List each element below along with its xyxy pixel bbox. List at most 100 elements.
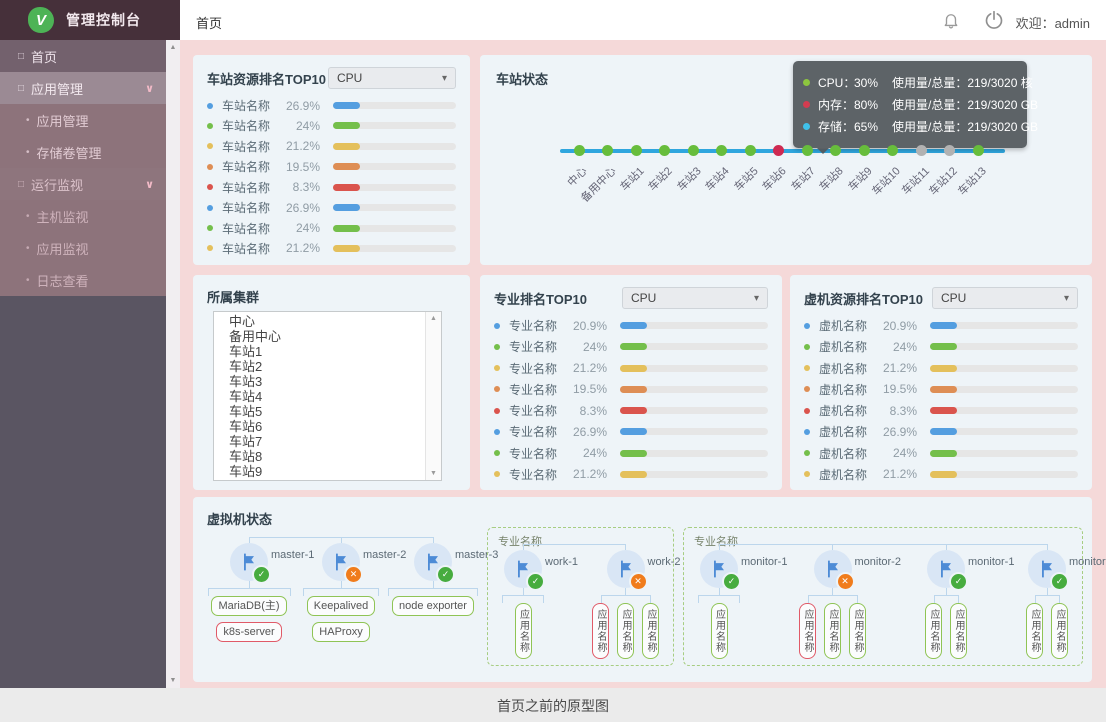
dot-icon xyxy=(804,365,810,371)
bullet-icon: • xyxy=(26,243,30,254)
sidebar-item-home[interactable]: □首页 xyxy=(0,40,166,72)
dot-icon xyxy=(804,408,810,414)
power-icon[interactable] xyxy=(984,10,1004,35)
station-label: 车站6 xyxy=(759,163,790,194)
rank-row: 专业名称20.9% xyxy=(494,317,768,334)
station-dot[interactable] xyxy=(916,145,927,156)
tooltip-usage: 使用量/总量：219/3020 GB xyxy=(892,96,1038,113)
vm-node-name: monitor-1 xyxy=(741,556,787,568)
rank-value: 24% xyxy=(567,446,607,460)
metric-select[interactable]: CPU ▾ xyxy=(328,67,456,89)
listbox-scrollbar[interactable]: ▲ ▼ xyxy=(425,312,441,480)
cluster-item[interactable]: 车站5 xyxy=(214,404,441,419)
station-label: 车站10 xyxy=(868,163,904,199)
vm-node-name: monitor-2 xyxy=(1069,556,1106,568)
station-dot[interactable] xyxy=(745,145,756,156)
sidebar-item-app-management[interactable]: □应用管理∨ xyxy=(0,72,166,104)
rank-bar-fill xyxy=(930,407,957,414)
rank-row: 专业名称24% xyxy=(494,445,768,462)
station-dot[interactable] xyxy=(659,145,670,156)
rank-name: 车站名称 xyxy=(222,199,280,216)
chevron-down-icon: ∨ xyxy=(145,178,154,191)
station-dot[interactable] xyxy=(574,145,585,156)
rank-bar-fill xyxy=(930,471,957,478)
station-label: 车站8 xyxy=(816,163,847,194)
cluster-item[interactable]: 车站1 xyxy=(214,344,441,359)
station-dot[interactable] xyxy=(973,145,984,156)
dot-icon xyxy=(207,103,213,109)
rank-name: 车站名称 xyxy=(222,240,280,257)
connector-bracket xyxy=(208,588,291,596)
sidebar-item-host-monitor[interactable]: •主机监视 xyxy=(0,200,166,232)
station-dot[interactable] xyxy=(602,145,613,156)
app-logo: V xyxy=(28,7,54,33)
rank-bar-track xyxy=(930,365,1078,372)
station-label: 车站2 xyxy=(645,163,676,194)
station-dot[interactable] xyxy=(688,145,699,156)
rank-bar-fill xyxy=(930,365,957,372)
tooltip-row: 存储：65%使用量/总量：219/3020 GB xyxy=(803,118,1017,135)
cluster-listbox[interactable]: 中心备用中心车站1车站2车站3车站4车站5车站6车站7车站8车站9 ▲ ▼ xyxy=(213,311,442,481)
cluster-item[interactable]: 备用中心 xyxy=(214,329,441,344)
station-tooltip: CPU：30%使用量/总量：219/3020 核内存：80%使用量/总量：219… xyxy=(793,61,1027,148)
tooltip-percent: 65% xyxy=(854,120,892,134)
notification-bell-icon[interactable] xyxy=(942,10,960,35)
metric-select[interactable]: CPU ▾ xyxy=(932,287,1078,309)
cluster-item[interactable]: 车站4 xyxy=(214,389,441,404)
rank-bar-fill xyxy=(620,343,647,350)
station-dot[interactable] xyxy=(802,145,813,156)
app-list: 应用名称应用名称 xyxy=(1026,603,1068,659)
station-dot[interactable] xyxy=(859,145,870,156)
scroll-down-icon[interactable]: ▼ xyxy=(166,677,180,684)
sidebar-scrollbar[interactable]: ▲ ▼ xyxy=(166,40,180,688)
breadcrumb[interactable]: 首页 xyxy=(196,13,222,32)
cluster-item[interactable]: 车站3 xyxy=(214,374,441,389)
sidebar-item-volume-management[interactable]: •存储卷管理 xyxy=(0,136,166,168)
scroll-down-icon[interactable]: ▼ xyxy=(426,470,441,477)
app-box: 应用名称 xyxy=(799,603,816,659)
rank-bar-fill xyxy=(333,245,360,252)
rank-name: 专业名称 xyxy=(509,317,567,334)
rank-bar-track xyxy=(333,143,456,150)
station-dot[interactable] xyxy=(830,145,841,156)
cluster-item[interactable]: 车站7 xyxy=(214,434,441,449)
cluster-item[interactable]: 车站2 xyxy=(214,359,441,374)
dot-icon xyxy=(803,123,810,130)
rank-row: 虚机名称24% xyxy=(804,338,1078,355)
doc-icon: □ xyxy=(18,83,24,94)
sidebar-item-log-view[interactable]: •日志查看 xyxy=(0,264,166,296)
scroll-up-icon[interactable]: ▲ xyxy=(166,44,180,51)
server-node-icon: ✕ xyxy=(814,550,852,588)
server-node-icon: ✓ xyxy=(504,550,542,588)
server-node-icon: ✓ xyxy=(414,543,452,581)
station-dot[interactable] xyxy=(716,145,727,156)
sidebar-item-app-management-sub[interactable]: •应用管理 xyxy=(0,104,166,136)
station-dot[interactable] xyxy=(887,145,898,156)
dot-icon xyxy=(494,365,500,371)
station-label: 车站12 xyxy=(925,163,961,199)
station-label: 车站13 xyxy=(954,163,990,199)
sidebar-item-run-monitor[interactable]: □运行监视∨ xyxy=(0,168,166,200)
cluster-item[interactable]: 车站6 xyxy=(214,419,441,434)
rank-value: 24% xyxy=(280,119,320,133)
cluster-item[interactable]: 车站8 xyxy=(214,449,441,464)
panel-title: 虚机资源排名TOP10 xyxy=(804,289,923,308)
station-dot[interactable] xyxy=(944,145,955,156)
metric-select-value: CPU xyxy=(631,291,656,305)
rank-bar-fill xyxy=(620,450,647,457)
station-dot[interactable] xyxy=(631,145,642,156)
app-box: 应用名称 xyxy=(824,603,841,659)
scroll-up-icon[interactable]: ▲ xyxy=(426,315,441,322)
dot-icon xyxy=(804,386,810,392)
station-dot[interactable] xyxy=(773,145,784,156)
rank-value: 24% xyxy=(877,446,917,460)
rank-name: 车站名称 xyxy=(222,117,280,134)
cluster-item[interactable]: 车站9 xyxy=(214,464,441,479)
sidebar-item-label: 应用管理 xyxy=(37,111,89,130)
dot-icon xyxy=(207,245,213,251)
rank-bar-track xyxy=(930,386,1078,393)
cluster-item[interactable]: 中心 xyxy=(214,314,441,329)
server-node-icon: ✕ xyxy=(322,543,360,581)
sidebar-item-app-monitor[interactable]: •应用监视 xyxy=(0,232,166,264)
metric-select[interactable]: CPU ▾ xyxy=(622,287,768,309)
